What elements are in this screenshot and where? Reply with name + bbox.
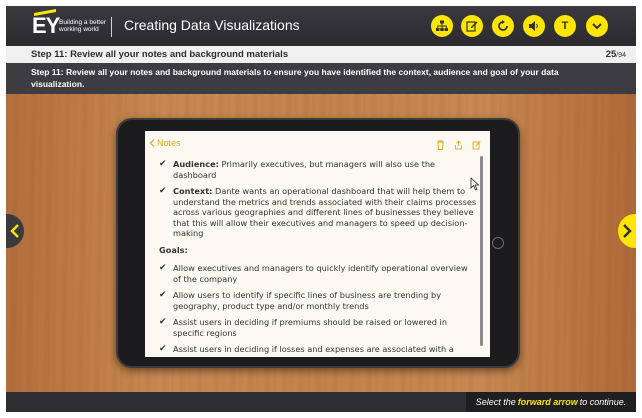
compose-button[interactable]	[472, 137, 481, 150]
audio-icon	[529, 21, 538, 31]
replay-button[interactable]	[492, 15, 514, 37]
goal-text: Allow executives and managers to quickly…	[173, 263, 468, 284]
step-title: Step 11: Review all your notes and backg…	[31, 49, 289, 60]
mouse-cursor-icon	[470, 177, 480, 191]
sitemap-icon	[436, 20, 448, 31]
compose-icon	[472, 140, 481, 150]
goal-text: Allow users to identify if specific line…	[173, 290, 442, 311]
step-bar: Step 11: Review all your notes and backg…	[6, 46, 636, 63]
share-button[interactable]	[454, 137, 463, 150]
notes-button[interactable]	[461, 15, 483, 37]
note-context: ✔ Context: Dante wants an operational da…	[159, 186, 477, 239]
goal-item: ✔ Assist users in deciding if premiums s…	[159, 317, 477, 338]
trash-icon	[437, 140, 444, 150]
note-text: Dante wants an operational dashboard tha…	[173, 186, 477, 238]
note-label: Context:	[173, 186, 213, 196]
course-title: Creating Data Visualizations	[124, 17, 300, 33]
notes-screen: Notes ✔ Audience: Primarily executives, …	[145, 131, 490, 357]
goal-item: ✔ Allow users to identify if specific li…	[159, 290, 477, 311]
chevron-left-icon	[10, 224, 19, 238]
goal-item: ✔ Allow executives and managers to quick…	[159, 263, 477, 284]
checkmark-icon: ✔	[159, 290, 167, 300]
notes-back-button[interactable]: Notes	[149, 138, 181, 148]
ey-logo: EY	[32, 13, 60, 38]
chevron-left-icon	[149, 139, 155, 147]
share-icon	[455, 140, 462, 150]
footer-emphasis: forward arrow	[517, 397, 578, 407]
notes-content: ✔ Audience: Primarily executives, but ma…	[159, 159, 477, 357]
page-counter: 25/94	[606, 49, 626, 60]
instruction-banner: Step 11: Review all your notes and backg…	[6, 63, 636, 94]
audio-button[interactable]	[523, 15, 545, 37]
logo-tagline: Building a better working world	[59, 19, 106, 33]
header-divider	[111, 17, 112, 37]
checkmark-icon: ✔	[159, 317, 167, 327]
footer-suffix: to continue.	[579, 397, 627, 407]
notes-scrollbar[interactable]	[480, 156, 483, 346]
footer-instruction: Select the forward arrow to continue.	[466, 392, 636, 412]
checkmark-icon: ✔	[159, 344, 167, 354]
menu-button[interactable]	[586, 15, 608, 37]
footer-bar: Select the forward arrow to continue.	[6, 392, 636, 412]
checkmark-icon: ✔	[159, 159, 167, 169]
goals-heading: Goals:	[159, 244, 188, 255]
notes-toolbar: Notes	[145, 131, 490, 153]
notes-edit-icon	[466, 21, 478, 32]
goal-item: ✔ Assist users in deciding if losses and…	[159, 344, 477, 355]
tablet-home-button	[492, 237, 504, 249]
goal-text: Assist users in deciding if premiums sho…	[173, 317, 448, 338]
chevron-down-icon	[592, 23, 602, 30]
chevron-right-icon	[623, 224, 632, 238]
total-pages: /94	[616, 52, 626, 59]
checkmark-icon: ✔	[159, 263, 167, 273]
goal-text: Assist users in deciding if losses and e…	[173, 344, 454, 354]
checkmark-icon: ✔	[159, 186, 167, 196]
notes-back-label: Notes	[157, 138, 181, 148]
replay-icon	[498, 20, 508, 31]
header-bar: EY Building a better working world Creat…	[6, 6, 636, 46]
sitemap-button[interactable]	[431, 15, 453, 37]
current-page: 25	[605, 49, 617, 60]
trash-button[interactable]	[436, 137, 445, 150]
instruction-text: Step 11: Review all your notes and backg…	[31, 67, 559, 89]
note-audience: ✔ Audience: Primarily executives, but ma…	[159, 159, 477, 180]
note-label: Audience:	[173, 159, 219, 169]
footer-prefix: Select the	[475, 397, 516, 407]
transcript-button[interactable]: T	[554, 15, 576, 37]
transcript-icon: T	[561, 20, 569, 32]
